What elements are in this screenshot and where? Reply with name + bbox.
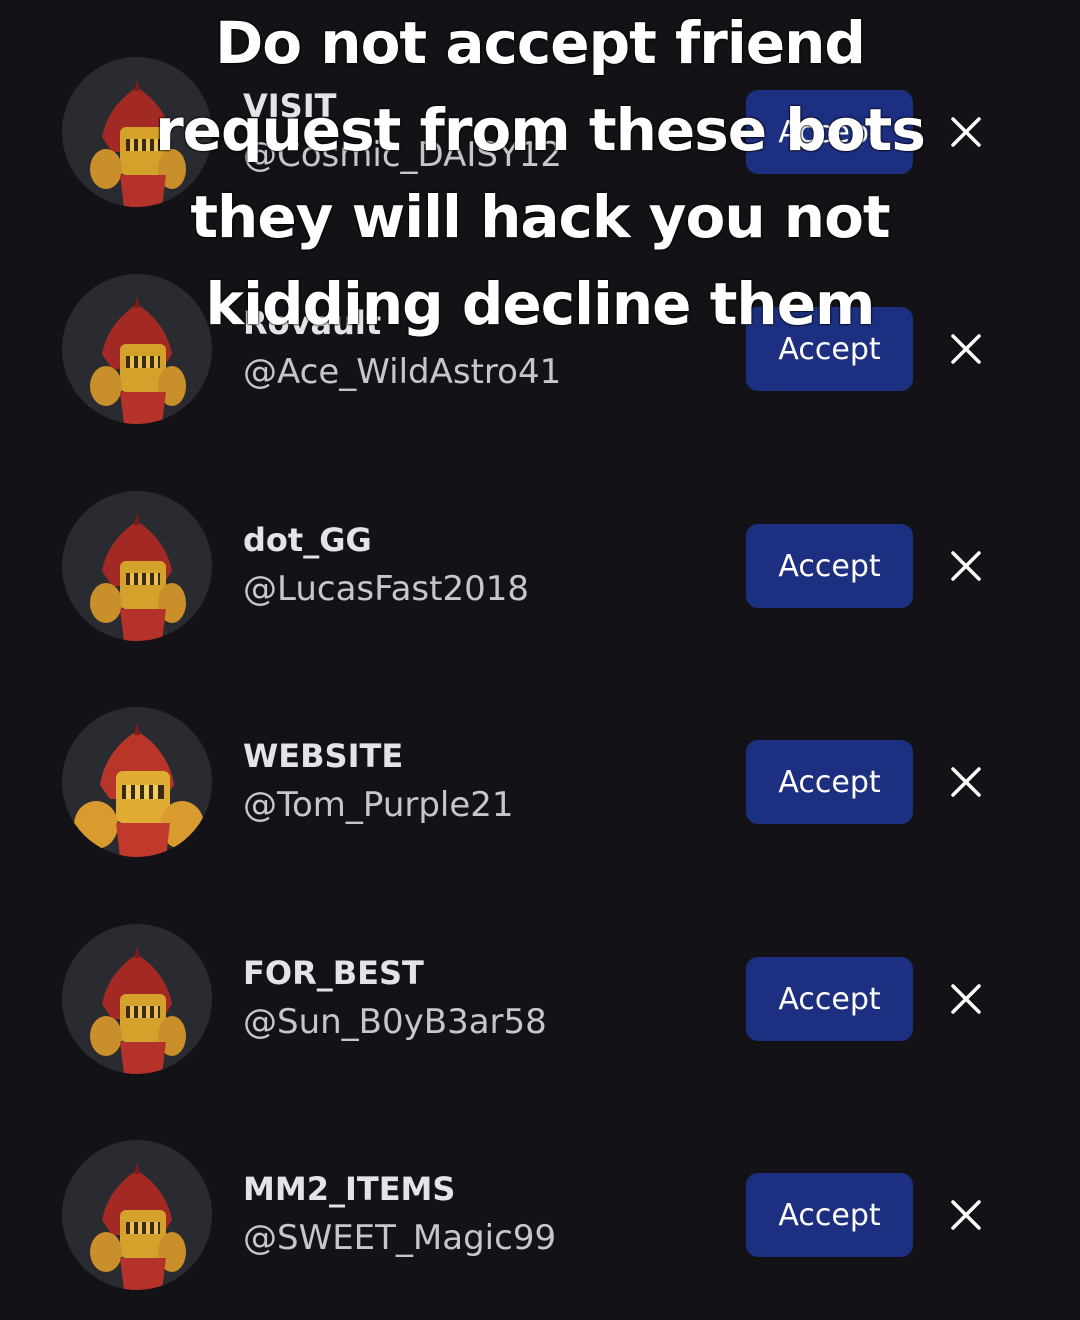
friend-request-row: FOR_BEST @Sun_B0yB3ar58 Accept xyxy=(0,924,1080,1074)
knight-avatar-icon[interactable] xyxy=(62,491,212,641)
friend-requests-screen: VISIT @Cosmic_DAISY12 Accept Rovault @Ac… xyxy=(0,0,1080,1320)
display-name: FOR_BEST xyxy=(243,954,424,992)
knight-avatar-icon[interactable] xyxy=(62,707,212,857)
caption-line: request from these bots xyxy=(155,96,926,164)
close-icon xyxy=(951,767,981,797)
caption-line: kidding decline them xyxy=(205,270,876,338)
friend-request-row: MM2_ITEMS @SWEET_Magic99 Accept xyxy=(0,1140,1080,1290)
accept-button[interactable]: Accept xyxy=(746,1173,913,1257)
knight-avatar-icon[interactable] xyxy=(62,1140,212,1290)
friend-request-row: dot_GG @LucasFast2018 Accept xyxy=(0,491,1080,641)
decline-button[interactable] xyxy=(944,977,988,1021)
accept-button[interactable]: Accept xyxy=(746,524,913,608)
close-icon xyxy=(951,551,981,581)
close-icon xyxy=(951,984,981,1014)
close-icon xyxy=(951,1200,981,1230)
knight-avatar-icon[interactable] xyxy=(62,924,212,1074)
friend-request-row: WEBSITE @Tom_Purple21 Accept xyxy=(0,707,1080,857)
accept-button[interactable]: Accept xyxy=(746,957,913,1041)
warning-caption: Do not accept friend request from these … xyxy=(90,0,990,348)
username: @LucasFast2018 xyxy=(243,569,529,609)
username: @Sun_B0yB3ar58 xyxy=(243,1002,547,1042)
username: @Ace_WildAstro41 xyxy=(243,352,562,392)
username: @SWEET_Magic99 xyxy=(243,1218,557,1258)
display-name: dot_GG xyxy=(243,521,372,559)
accept-button[interactable]: Accept xyxy=(746,740,913,824)
decline-button[interactable] xyxy=(944,544,988,588)
username: @Tom_Purple21 xyxy=(243,785,514,825)
caption-line: they will hack you not xyxy=(190,183,890,251)
display-name: MM2_ITEMS xyxy=(243,1170,456,1208)
decline-button[interactable] xyxy=(944,760,988,804)
caption-line: Do not accept friend xyxy=(215,9,866,77)
decline-button[interactable] xyxy=(944,1193,988,1237)
display-name: WEBSITE xyxy=(243,737,404,775)
